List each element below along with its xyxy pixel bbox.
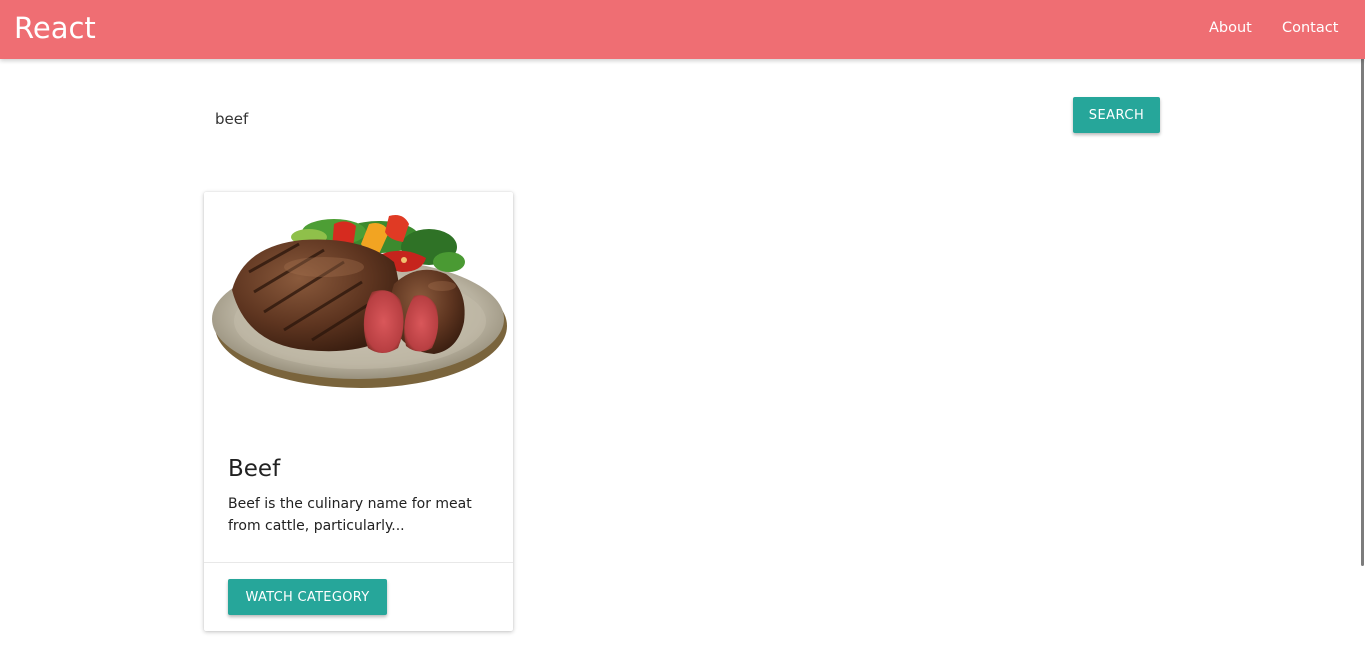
brand-logo-link[interactable]: React (14, 10, 96, 46)
beef-steak-image (212, 215, 507, 388)
nav-link-contact[interactable]: Contact (1282, 18, 1338, 38)
card-title: Beef (228, 456, 281, 482)
search-button[interactable]: SEARCH (1073, 97, 1160, 133)
scrollbar-thumb[interactable] (1361, 0, 1364, 566)
watch-category-button[interactable]: WATCH CATEGORY (228, 579, 387, 615)
card-description: Beef is the culinary name for meat from … (228, 496, 472, 534)
category-card: Beef Beef is the culinary name for meat … (204, 192, 513, 631)
scrollbar-track[interactable] (1361, 0, 1365, 651)
card-divider (204, 562, 513, 563)
nav-link-about[interactable]: About (1209, 18, 1252, 38)
search-input[interactable] (204, 102, 1055, 136)
navbar: React About Contact (0, 0, 1365, 59)
